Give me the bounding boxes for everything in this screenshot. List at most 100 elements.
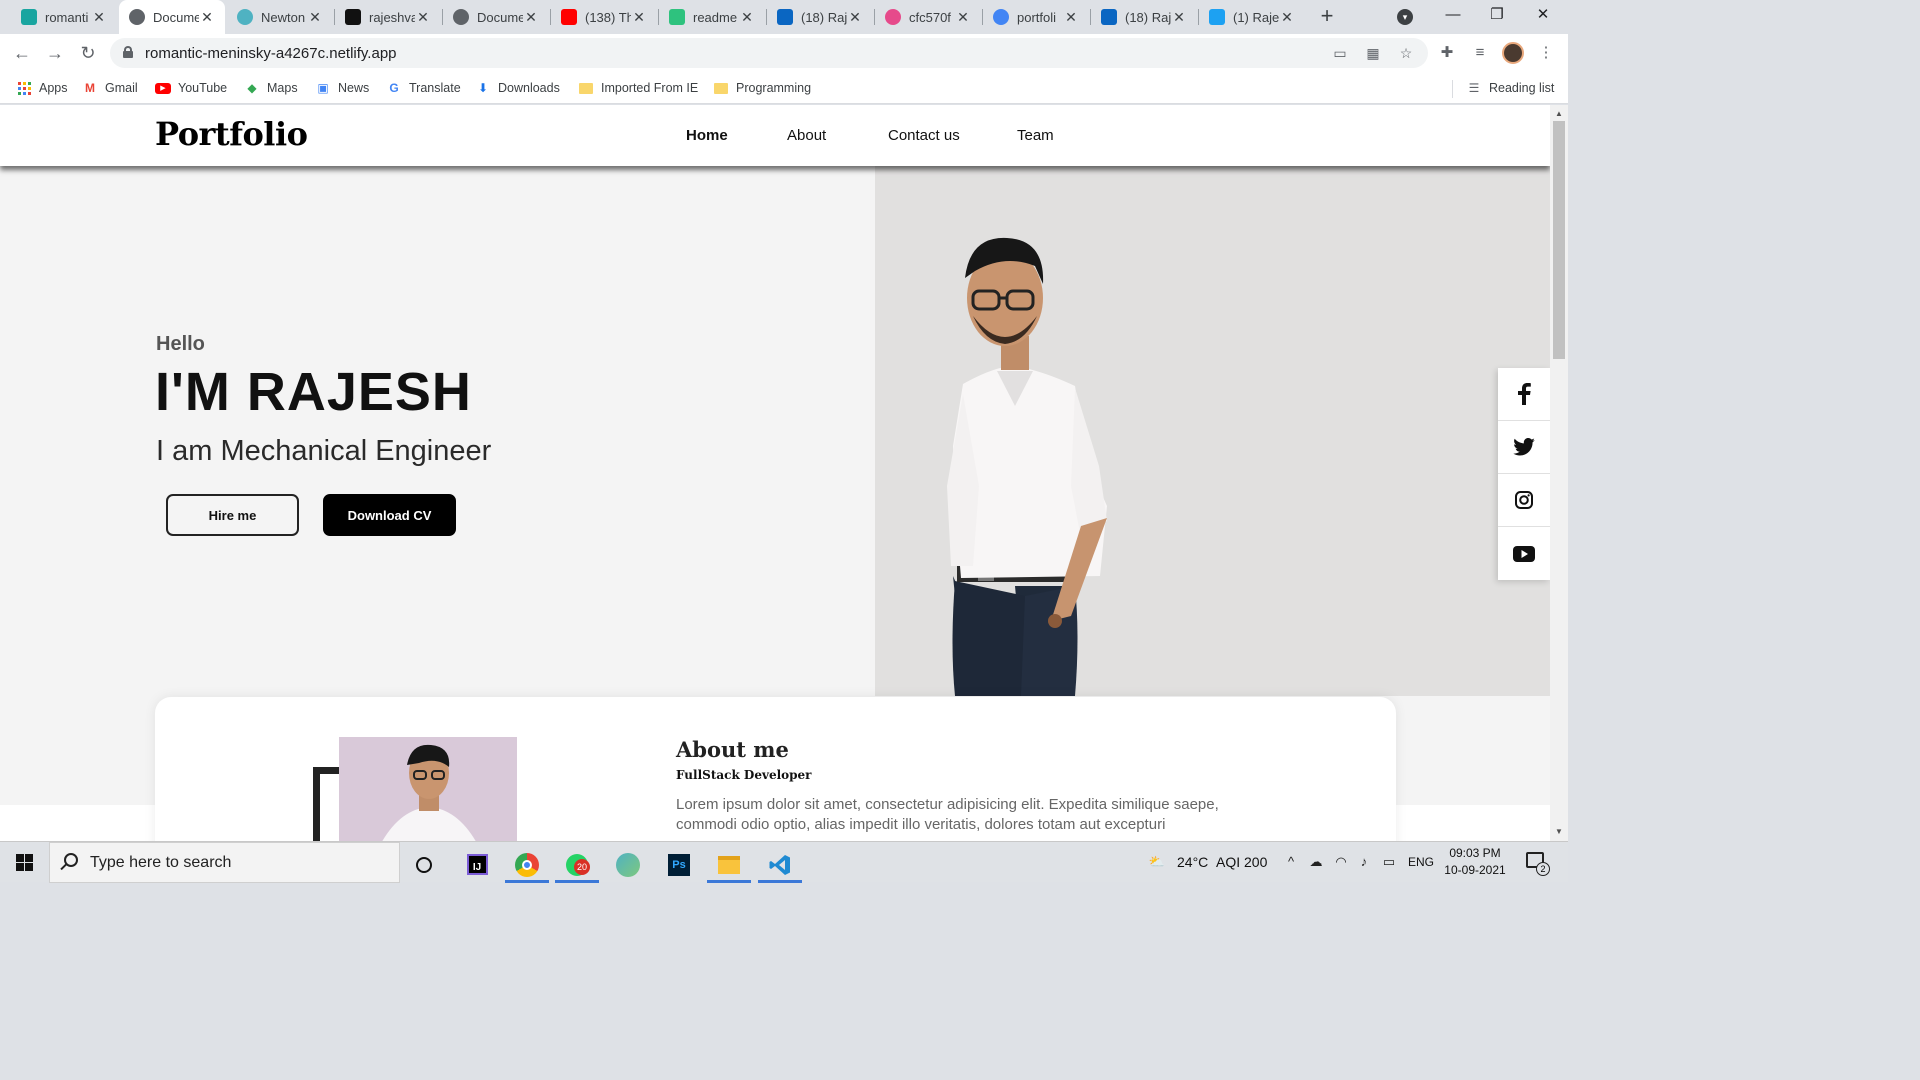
browser-tab[interactable]: (18) Raj ✕: [767, 0, 873, 34]
tab-strip: romanti ✕ Docume ✕ Newton ✕ rajeshva ✕ Docume ✕ (1…: [0, 0, 1568, 34]
close-tab-icon[interactable]: ✕: [523, 9, 539, 26]
bookmark-maps[interactable]: ◆ Maps: [244, 79, 297, 97]
install-app-icon[interactable]: ▭: [1332, 45, 1348, 61]
back-arrow-icon[interactable]: ←: [11, 42, 33, 64]
browser-tab[interactable]: rajeshva ✕: [335, 0, 441, 34]
new-tab-button[interactable]: +: [1315, 4, 1339, 28]
weather-temp[interactable]: 24°C: [1177, 854, 1208, 870]
chrome-icon[interactable]: [503, 846, 551, 883]
bookmark-gmail[interactable]: M Gmail: [82, 79, 138, 97]
download-cv-button[interactable]: Download CV: [323, 494, 456, 536]
scroll-down-arrow-icon[interactable]: ▼: [1550, 825, 1568, 839]
newton-icon[interactable]: [604, 846, 652, 883]
wifi-icon[interactable]: ◠: [1332, 853, 1350, 871]
scroll-thumb[interactable]: [1553, 121, 1565, 359]
weather-cloud-icon[interactable]: ⛅: [1146, 853, 1168, 871]
bookmark-news[interactable]: ▣ News: [315, 79, 369, 97]
site-logo[interactable]: Portfolio: [155, 115, 308, 153]
aqi-label[interactable]: AQI 200: [1216, 854, 1267, 870]
browser-tab[interactable]: (138) Th ✕: [551, 0, 657, 34]
instagram-icon[interactable]: [1498, 474, 1550, 527]
bookmark-programming[interactable]: Programming: [713, 79, 811, 97]
browser-tab[interactable]: Docume ✕: [443, 0, 549, 34]
reading-list-icon: ☰: [1468, 81, 1480, 95]
close-window-button[interactable]: ✕: [1518, 0, 1568, 34]
cortana-icon[interactable]: [400, 846, 448, 883]
browser-tab[interactable]: readme ✕: [659, 0, 765, 34]
battery-icon[interactable]: ▭: [1380, 853, 1398, 871]
extensions-icon[interactable]: ✚: [1438, 44, 1456, 62]
bookmark-translate[interactable]: G Translate: [386, 79, 460, 97]
tab-search-icon[interactable]: ▾: [1397, 9, 1413, 25]
tab-title: (18) Raj: [1125, 9, 1171, 25]
social-sidebar: [1498, 368, 1550, 580]
browser-tab[interactable]: portfoli ✕: [983, 0, 1089, 34]
close-tab-icon[interactable]: ✕: [199, 9, 215, 26]
download-icon: ⬇: [477, 81, 489, 95]
close-tab-icon[interactable]: ✕: [847, 9, 863, 26]
nav-link-about[interactable]: About: [787, 127, 826, 144]
bookmark-label: Programming: [736, 81, 812, 95]
close-tab-icon[interactable]: ✕: [1279, 9, 1295, 26]
chevron-up-icon[interactable]: ^: [1282, 853, 1300, 871]
url-text[interactable]: romantic-meninsky-a4267c.netlify.app: [145, 45, 397, 62]
browser-tab[interactable]: Newton ✕: [227, 0, 333, 34]
minimize-button[interactable]: —: [1428, 0, 1478, 34]
file-explorer-icon[interactable]: [705, 846, 753, 883]
taskbar-clock[interactable]: 09:03 PM 10-09-2021: [1443, 845, 1507, 879]
reading-list-button[interactable]: ☰ Reading list: [1466, 79, 1555, 97]
hero-greeting: Hello: [156, 333, 205, 355]
taskbar-search-input[interactable]: Type here to search: [49, 842, 400, 883]
twitter-icon[interactable]: [1498, 421, 1550, 474]
close-tab-icon[interactable]: ✕: [739, 9, 755, 26]
close-tab-icon[interactable]: ✕: [631, 9, 647, 26]
windows-start-icon[interactable]: [16, 854, 33, 871]
photoshop-icon[interactable]: Ps: [655, 846, 703, 883]
clock-date: 10-09-2021: [1444, 863, 1506, 877]
close-tab-icon[interactable]: ✕: [955, 9, 971, 26]
onedrive-cloud-icon[interactable]: ☁: [1307, 853, 1325, 871]
close-tab-icon[interactable]: ✕: [1063, 9, 1079, 26]
close-tab-icon[interactable]: ✕: [307, 9, 323, 26]
forward-arrow-icon[interactable]: →: [44, 42, 66, 64]
page-scrollbar[interactable]: ▲ ▼: [1550, 105, 1568, 841]
close-tab-icon[interactable]: ✕: [91, 9, 107, 26]
speaker-icon[interactable]: ♪: [1355, 853, 1373, 871]
restore-button[interactable]: ❐: [1472, 0, 1522, 34]
tab-title: portfoli: [1017, 9, 1057, 25]
youtube-icon[interactable]: [1498, 527, 1550, 580]
profile-avatar[interactable]: [1502, 42, 1524, 64]
bookmark-imported-from-ie[interactable]: Imported From IE: [578, 79, 698, 97]
hire-me-button[interactable]: Hire me: [166, 494, 299, 536]
about-paragraph: Lorem ipsum dolor sit amet, consectetur …: [676, 796, 1219, 833]
browser-tab[interactable]: (18) Raj ✕: [1091, 0, 1197, 34]
menu-kebab-icon[interactable]: ⋮: [1537, 44, 1555, 62]
nav-link-contact[interactable]: Contact us: [888, 127, 960, 144]
reload-icon[interactable]: ↻: [77, 42, 99, 64]
qr-code-icon[interactable]: ▦: [1365, 45, 1381, 61]
tab-title: rajeshva: [369, 9, 415, 25]
media-controls-icon[interactable]: ≡: [1471, 44, 1489, 62]
browser-tab[interactable]: romanti ✕: [11, 0, 117, 34]
bookmark-apps[interactable]: Apps: [16, 79, 68, 97]
bookmark-youtube[interactable]: ▶ YouTube: [155, 79, 227, 97]
browser-tab[interactable]: cfc570f ✕: [875, 0, 981, 34]
browser-tab[interactable]: Docume ✕: [119, 0, 225, 34]
hero-role: I am Mechanical Engineer: [156, 435, 492, 467]
scroll-up-arrow-icon[interactable]: ▲: [1550, 107, 1568, 121]
browser-tab[interactable]: (1) Raje ✕: [1199, 0, 1305, 34]
bookmark-star-icon[interactable]: ☆: [1398, 45, 1414, 61]
nav-link-home[interactable]: Home: [686, 127, 728, 144]
language-indicator[interactable]: ENG: [1408, 855, 1434, 869]
address-bar[interactable]: romantic-meninsky-a4267c.netlify.app ▭ ▦…: [110, 38, 1428, 68]
nav-link-team[interactable]: Team: [1017, 127, 1054, 144]
close-tab-icon[interactable]: ✕: [1171, 9, 1187, 26]
vscode-icon[interactable]: [756, 846, 804, 883]
bookmark-downloads[interactable]: ⬇ Downloads: [475, 79, 560, 97]
youtube-icon: ▶: [155, 80, 171, 96]
lock-icon[interactable]: [123, 46, 133, 58]
intellij-icon[interactable]: IJ: [453, 846, 501, 883]
close-tab-icon[interactable]: ✕: [415, 9, 431, 26]
facebook-icon[interactable]: [1498, 368, 1550, 421]
news-icon: ▣: [317, 81, 329, 95]
